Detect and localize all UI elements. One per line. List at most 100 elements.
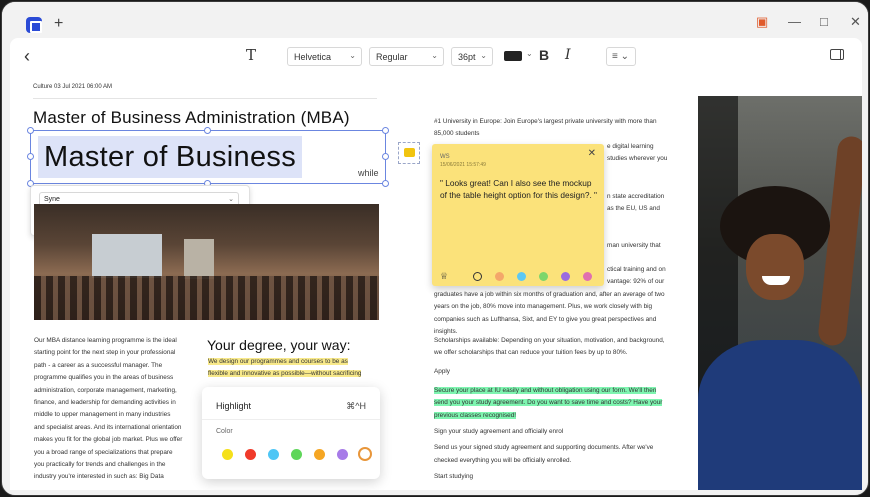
- add-tab-button[interactable]: +: [54, 16, 63, 32]
- highlight-color-option[interactable]: [222, 449, 233, 460]
- sticky-note[interactable]: WS 15/06/2021 15:57:49 ✕ " Looks great! …: [432, 144, 604, 286]
- divider: [202, 419, 380, 420]
- color-option[interactable]: [517, 272, 526, 281]
- text-line: path - a career as a successful manager.…: [34, 361, 163, 369]
- font-size-value: 36pt: [458, 52, 476, 62]
- text-color-swatch[interactable]: [504, 51, 522, 61]
- color-option[interactable]: [561, 272, 570, 281]
- font-value: Syne: [44, 196, 60, 203]
- student-photo: [698, 96, 862, 490]
- close-icon[interactable]: ✕: [588, 148, 596, 159]
- text-line: middle to upper management in many indus…: [34, 411, 171, 419]
- body-text-fragment: while: [358, 168, 379, 178]
- apply-highlight-text: Secure your place at IU easily and witho…: [434, 385, 696, 422]
- resize-handle[interactable]: [382, 127, 389, 134]
- bold-button[interactable]: B: [539, 47, 549, 63]
- highlighted-text[interactable]: send you your study agreement. Do you wa…: [434, 399, 663, 407]
- text-line: administration, corporate management, ma…: [34, 386, 177, 394]
- text-line: companies such as Lufthansa, Sixt, and E…: [434, 315, 657, 323]
- image-detail: [698, 340, 862, 490]
- text-line: n state accreditation: [607, 192, 665, 200]
- chevron-down-icon: ⌄: [431, 51, 438, 60]
- font-size-select[interactable]: 36pt ⌄: [451, 47, 493, 66]
- selected-text-box[interactable]: Master of Business: [38, 136, 302, 178]
- custom-color-picker[interactable]: [358, 447, 372, 461]
- color-option[interactable]: [495, 272, 504, 281]
- resize-handle[interactable]: [382, 153, 389, 160]
- minimize-button[interactable]: —: [788, 15, 801, 29]
- chevron-down-icon: ⌄: [480, 51, 487, 60]
- note-color-bar: ♕: [432, 268, 604, 286]
- text-line: studies wherever you: [607, 155, 668, 163]
- text-line: you practically for trends and challenge…: [34, 461, 166, 469]
- left-column-text: Our MBA distance learning programme is t…: [34, 335, 204, 484]
- close-window-button[interactable]: ✕: [850, 15, 861, 29]
- delete-icon[interactable]: ♕: [440, 271, 448, 282]
- comment-icon[interactable]: [398, 142, 420, 164]
- highlight-popup: Highlight ⌘^H Color: [202, 387, 380, 479]
- highlight-color-option[interactable]: [245, 449, 256, 460]
- color-option[interactable]: [539, 272, 548, 281]
- image-detail: [184, 239, 214, 279]
- image-detail: [746, 234, 804, 300]
- highlighted-text[interactable]: Secure your place at IU easily and witho…: [434, 387, 657, 394]
- section-heading: Your degree, your way:: [207, 337, 351, 353]
- text-line: Start studying: [434, 473, 474, 481]
- color-option[interactable]: [473, 272, 482, 281]
- text-line: Sign your study agreement and officially…: [434, 428, 564, 435]
- page-title: Master of Business Administration (MBA): [33, 108, 350, 127]
- note-author: WS: [440, 154, 450, 160]
- text-line: Our MBA distance learning programme is t…: [34, 337, 177, 344]
- highlight-color-option[interactable]: [314, 449, 325, 460]
- resize-handle[interactable]: [27, 153, 34, 160]
- lecture-hall-image: [34, 204, 379, 320]
- text-line: and specialist areas. And its internatio…: [34, 423, 182, 431]
- article-meta: Culture 03 Jul 2021 06:00 AM: [33, 84, 113, 90]
- highlight-color-option[interactable]: [337, 449, 348, 460]
- text-line: you a broad range of specializations tha…: [34, 448, 173, 456]
- highlight-color-option[interactable]: [268, 449, 279, 460]
- image-detail: [34, 276, 379, 320]
- divider: [33, 98, 377, 99]
- font-weight-select[interactable]: Regular ⌄: [369, 47, 444, 66]
- chevron-down-icon[interactable]: ⌄: [526, 49, 533, 58]
- side-panel-icon[interactable]: [830, 49, 844, 60]
- app-menu-icon[interactable]: ▣: [756, 15, 768, 29]
- note-text[interactable]: " Looks great! Can I also see the mockup…: [440, 178, 600, 201]
- color-option[interactable]: [583, 272, 592, 281]
- text-line: finance, and leadership for demanding ac…: [34, 399, 176, 407]
- text-line: programme qualifies you in the areas of …: [34, 374, 174, 382]
- resize-handle[interactable]: [382, 180, 389, 187]
- note-date: 15/06/2021 15:57:49: [440, 162, 486, 168]
- font-family-select[interactable]: Helvetica ⌄: [287, 47, 362, 66]
- text-line: graduates have a job within six months o…: [434, 290, 665, 298]
- text-line: man university that: [607, 242, 661, 250]
- middle-column-text: We design our programmes and courses to …: [208, 356, 384, 381]
- align-select[interactable]: ≡ ⌄: [606, 47, 636, 66]
- italic-button[interactable]: I: [565, 47, 571, 63]
- document-canvas: Culture 03 Jul 2021 06:00 AM Master of B…: [10, 74, 862, 490]
- resize-handle[interactable]: [27, 127, 34, 134]
- highlighted-text[interactable]: We design our programmes and courses to …: [208, 358, 348, 365]
- text-line: starting point for the next step in your…: [34, 349, 176, 357]
- text-line: #1 University in Europe: Join Europe's l…: [434, 118, 657, 125]
- text-line: [607, 215, 697, 227]
- text-line: [607, 178, 697, 190]
- text-line: [607, 166, 697, 178]
- font-family-value: Helvetica: [294, 52, 332, 62]
- text-line: [607, 228, 697, 240]
- highlight-title[interactable]: Highlight: [216, 401, 251, 411]
- back-button[interactable]: ‹: [24, 46, 30, 67]
- right-column-partial: e digital learning studies wherever you …: [607, 141, 697, 253]
- text-line: Apply: [434, 367, 450, 375]
- font-weight-value: Regular: [376, 52, 408, 62]
- highlight-color-option[interactable]: [291, 449, 302, 460]
- resize-handle[interactable]: [204, 127, 211, 134]
- enrol-text: Sign your study agreement and officially…: [434, 426, 696, 484]
- maximize-button[interactable]: □: [820, 15, 828, 29]
- image-detail: [92, 234, 162, 278]
- text-line: e digital learning: [607, 143, 654, 150]
- highlighted-text[interactable]: flexible and innovative as possible—with…: [208, 370, 362, 378]
- highlighted-text[interactable]: previous classes recognised!: [434, 411, 517, 419]
- add-text-icon[interactable]: T: [246, 46, 256, 64]
